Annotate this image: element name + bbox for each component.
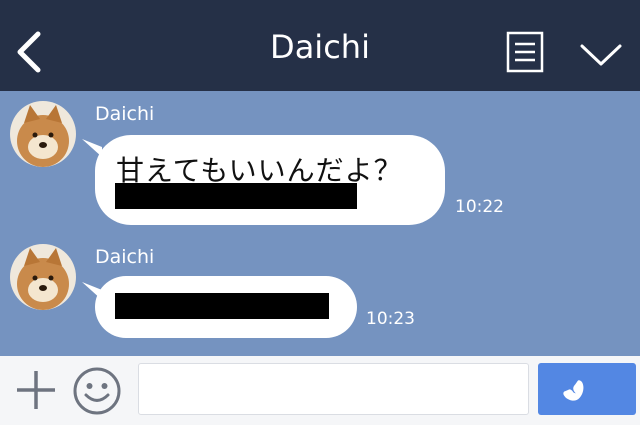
call-button[interactable] xyxy=(538,363,636,415)
sender-name: Daichi xyxy=(95,103,155,125)
input-bar xyxy=(0,356,640,425)
avatar[interactable] xyxy=(10,101,76,167)
plus-icon xyxy=(17,371,55,409)
collapse-button[interactable] xyxy=(578,38,624,72)
dog-avatar-icon xyxy=(10,101,76,167)
sender-name: Daichi xyxy=(95,246,155,268)
document-list-icon xyxy=(506,31,544,73)
avatar[interactable] xyxy=(10,244,76,310)
message-input[interactable] xyxy=(138,363,529,415)
phone-icon xyxy=(563,380,584,401)
chevron-down-icon xyxy=(580,44,622,66)
chevron-left-icon xyxy=(17,31,41,73)
message-time: 10:22 xyxy=(455,197,504,217)
emoji-button[interactable] xyxy=(72,366,122,416)
back-button[interactable] xyxy=(12,30,48,74)
message-list[interactable]: Daichi 甘えてもいいんだよ？ 10:22 Daichi 10:23 xyxy=(0,91,640,356)
message-bubble[interactable] xyxy=(95,276,357,338)
chat-header: Daichi xyxy=(0,0,640,91)
chat-title: Daichi xyxy=(270,28,370,66)
message-time: 10:23 xyxy=(366,309,415,329)
smiley-icon xyxy=(73,367,121,415)
message-bubble[interactable]: 甘えてもいいんだよ？ xyxy=(95,135,445,225)
menu-button[interactable] xyxy=(506,31,544,73)
dog-avatar-icon xyxy=(10,244,76,310)
redacted-text xyxy=(115,183,357,209)
redacted-text xyxy=(115,293,329,319)
add-button[interactable] xyxy=(14,368,58,412)
